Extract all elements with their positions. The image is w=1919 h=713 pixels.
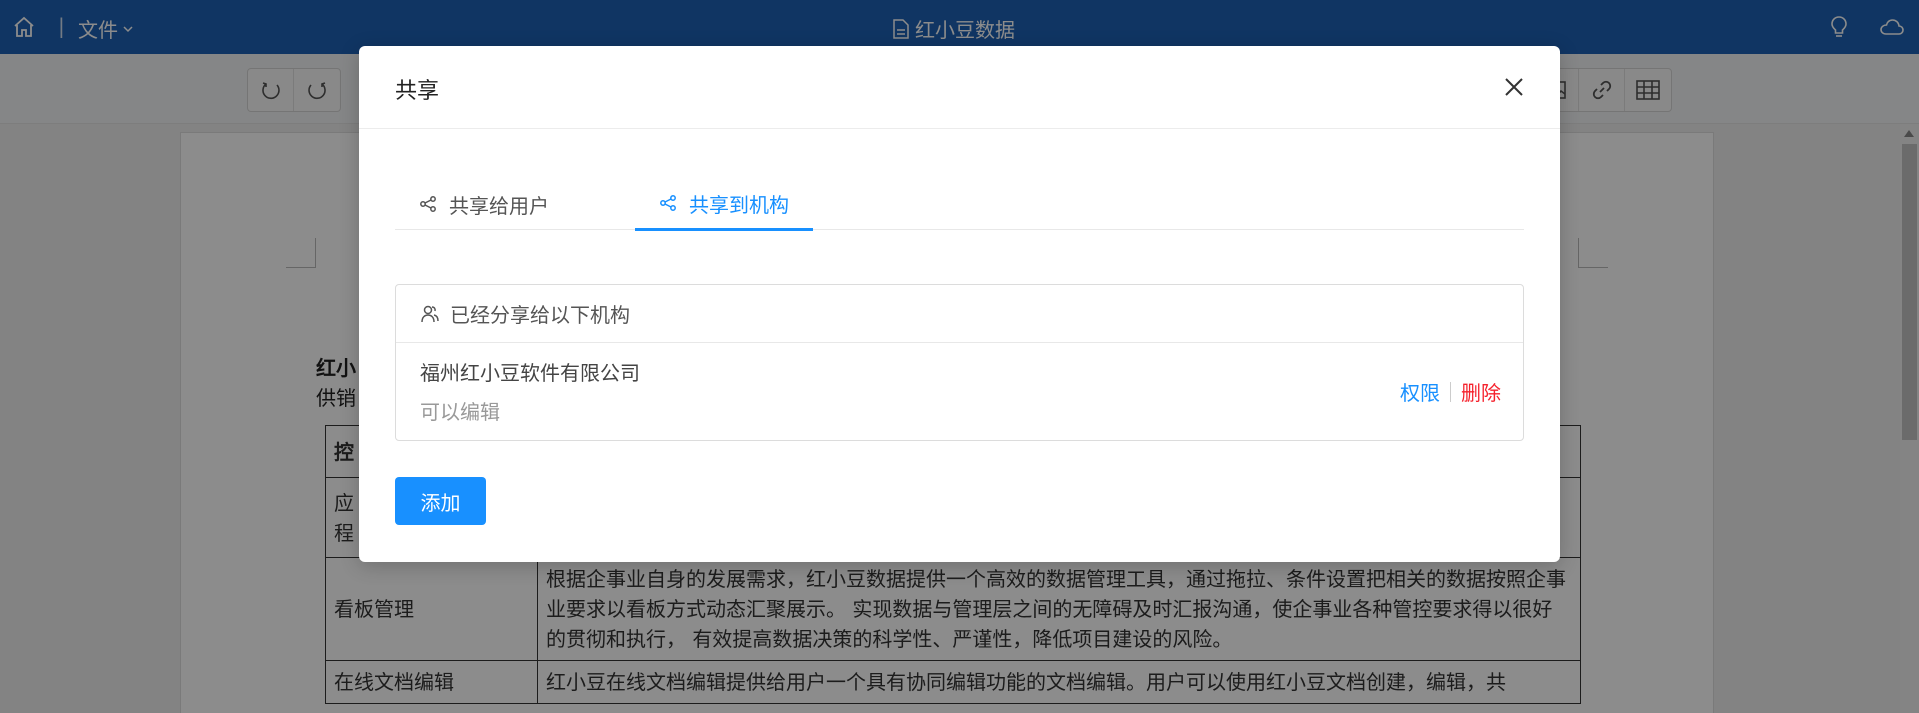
close-icon[interactable] [1501, 74, 1527, 100]
tab-share-to-users[interactable]: 共享给用户 [395, 178, 573, 230]
permission-link[interactable]: 权限 [1400, 377, 1440, 406]
dialog-header: 共享 [359, 46, 1560, 129]
org-permission: 可以编辑 [420, 400, 500, 424]
action-divider [1450, 381, 1451, 402]
list-item: 福州红小豆软件有限公司 可以编辑 权限 删除 [396, 343, 1523, 441]
add-button[interactable]: 添加 [395, 477, 486, 525]
share-tabs: 共享给用户 共享到机构 [395, 178, 1524, 231]
delete-link[interactable]: 删除 [1461, 377, 1501, 406]
share-icon [660, 195, 676, 211]
org-name: 福州红小豆软件有限公司 [420, 361, 640, 385]
dialog-title: 共享 [395, 79, 440, 104]
tab-label: 共享给用户 [449, 193, 549, 218]
shared-org-list-header: 已经分享给以下机构 [396, 285, 1523, 343]
tab-share-to-org[interactable]: 共享到机构 [635, 178, 813, 231]
shared-org-list-title: 已经分享给以下机构 [450, 303, 630, 327]
share-dialog: 共享 共享给用户 共享到机构 已经分享给以下机构 福州红小豆软件有限公司 可以编… [359, 46, 1560, 562]
tab-label: 共享到机构 [689, 192, 789, 217]
org-actions: 权限 删除 [1400, 377, 1501, 406]
user-group-icon [421, 305, 439, 322]
shared-org-list: 已经分享给以下机构 福州红小豆软件有限公司 可以编辑 权限 删除 [395, 284, 1524, 441]
share-icon [420, 196, 436, 212]
